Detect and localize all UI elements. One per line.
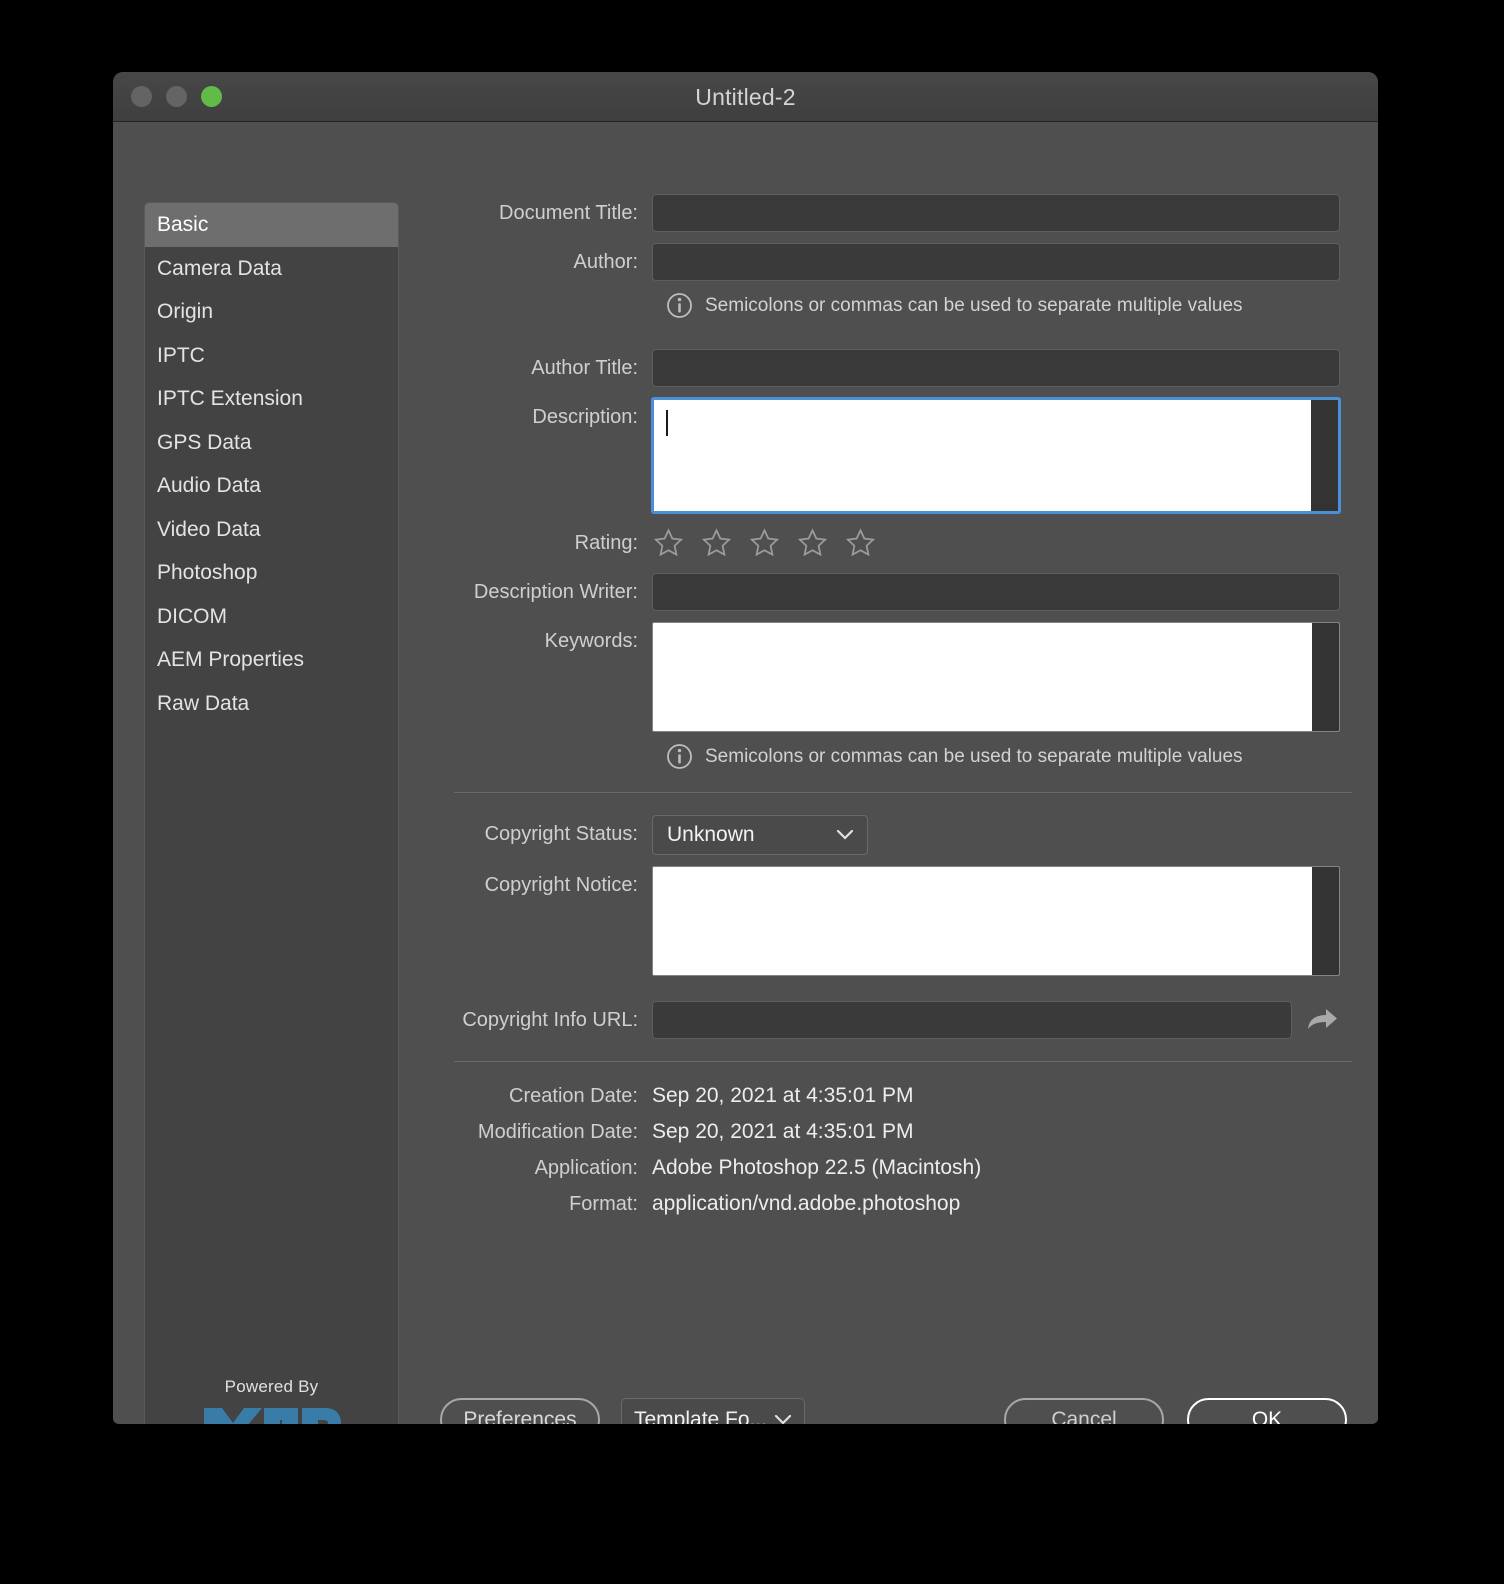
sidebar-item-aem-properties[interactable]: AEM Properties [145,638,398,682]
section-divider-copyright [454,792,1352,793]
rating-label: Rating: [574,532,638,554]
sidebar-item-origin[interactable]: Origin [145,290,398,334]
modification-date-value: Sep 20, 2021 at 4:35:01 PM [652,1120,914,1143]
category-sidebar[interactable]: Basic Camera Data Origin IPTC IPTC Exten… [144,202,399,1424]
author-hint-row: Semicolons or commas can be used to sepa… [652,292,1340,319]
star-icon[interactable] [844,527,877,559]
sidebar-item-iptc-extension[interactable]: IPTC Extension [145,377,398,421]
author-title-input[interactable] [652,349,1340,387]
field-document-title: Document Title: [440,194,1340,232]
template-folder-button[interactable]: Template Fo... [621,1398,805,1424]
keywords-textarea[interactable] [652,622,1340,732]
format-value: application/vnd.adobe.photoshop [652,1192,961,1215]
sidebar-item-audio-data[interactable]: Audio Data [145,464,398,508]
title-bar[interactable]: Untitled-2 [113,72,1378,122]
format-label: Format: [569,1192,638,1215]
metadata-dialog-window: Untitled-2 Basic Camera Data Origin IPTC… [113,72,1378,1424]
author-input[interactable] [652,243,1340,281]
description-writer-input[interactable] [652,573,1340,611]
field-author-title: Author Title: [440,349,1340,387]
star-icon[interactable] [796,527,829,559]
keywords-scrollbar[interactable] [1312,623,1339,731]
section-divider-metadata [454,1061,1352,1062]
sidebar-item-basic[interactable]: Basic [145,203,398,247]
copyright-info-url-input[interactable] [652,1001,1292,1039]
description-scrollbar[interactable] [1311,400,1338,511]
keywords-label: Keywords: [544,630,638,652]
star-icon[interactable] [748,527,781,559]
copyright-notice-textarea[interactable] [652,866,1340,976]
metadata-row-modification-date: Modification Date: Sep 20, 2021 at 4:35:… [440,1120,1340,1144]
field-description-writer: Description Writer: [440,573,1340,611]
sidebar-item-raw-data[interactable]: Raw Data [145,682,398,726]
copyright-status-label: Copyright Status: [484,823,638,845]
modification-date-label: Modification Date: [477,1120,638,1143]
application-label: Application: [534,1156,638,1179]
text-caret [666,410,668,436]
template-folder-label: Template Fo... [634,1407,768,1425]
copyright-info-url-label: Copyright Info URL: [462,1009,638,1031]
field-copyright-status: Copyright Status: Unknown [440,815,1340,855]
author-label: Author: [573,251,638,273]
field-copyright-info-url: Copyright Info URL: [440,1001,1340,1039]
star-icon[interactable] [652,527,685,559]
creation-date-label: Creation Date: [509,1084,638,1107]
keywords-hint-row: Semicolons or commas can be used to sepa… [652,743,1340,770]
chevron-down-icon [774,1414,792,1424]
sidebar-item-camera-data[interactable]: Camera Data [145,247,398,291]
info-icon [667,293,692,318]
dialog-body: Basic Camera Data Origin IPTC IPTC Exten… [113,122,1378,1424]
chevron-down-icon [836,829,854,840]
copyright-status-value: Unknown [667,823,755,846]
field-description: Description: [440,398,1340,513]
metadata-row-application: Application: Adobe Photoshop 22.5 (Macin… [440,1156,1340,1180]
window-title: Untitled-2 [695,84,796,110]
sidebar-item-iptc[interactable]: IPTC [145,334,398,378]
copyright-notice-scrollbar[interactable] [1312,867,1339,975]
author-title-label: Author Title: [531,357,638,379]
description-textarea[interactable] [652,398,1340,513]
rating-stars[interactable] [652,524,877,562]
cancel-button[interactable]: Cancel [1004,1398,1164,1424]
sidebar-item-dicom[interactable]: DICOM [145,595,398,639]
description-writer-label: Description Writer: [473,581,638,603]
sidebar-item-video-data[interactable]: Video Data [145,508,398,552]
document-title-input[interactable] [652,194,1340,232]
sidebar-item-photoshop[interactable]: Photoshop [145,551,398,595]
field-rating: Rating: [440,524,1340,562]
copyright-notice-label: Copyright Notice: [484,874,638,896]
author-hint-text: Semicolons or commas can be used to sepa… [705,294,1243,316]
metadata-row-creation-date: Creation Date: Sep 20, 2021 at 4:35:01 P… [440,1084,1340,1108]
ok-button[interactable]: OK [1187,1398,1347,1424]
copyright-status-select[interactable]: Unknown [652,815,868,855]
keywords-hint-text: Semicolons or commas can be used to sepa… [705,745,1243,767]
metadata-row-format: Format: application/vnd.adobe.photoshop [440,1192,1340,1216]
dialog-footer: Preferences Template Fo... Cancel OK [113,1398,1378,1424]
sidebar-item-gps-data[interactable]: GPS Data [145,421,398,465]
description-label: Description: [532,406,638,428]
field-keywords: Keywords: [440,622,1340,732]
star-icon[interactable] [700,527,733,559]
field-copyright-notice: Copyright Notice: [440,866,1340,976]
preferences-button[interactable]: Preferences [440,1398,600,1424]
go-to-url-arrow-icon[interactable] [1304,1005,1340,1035]
metadata-form: Document Title: Author: Semicolons or co… [440,194,1352,1228]
application-value: Adobe Photoshop 22.5 (Macintosh) [652,1156,982,1179]
powered-by-label: Powered By [224,1377,319,1396]
document-title-label: Document Title: [499,202,638,224]
info-icon [667,744,692,769]
field-author: Author: [440,243,1340,281]
creation-date-value: Sep 20, 2021 at 4:35:01 PM [652,1084,914,1107]
